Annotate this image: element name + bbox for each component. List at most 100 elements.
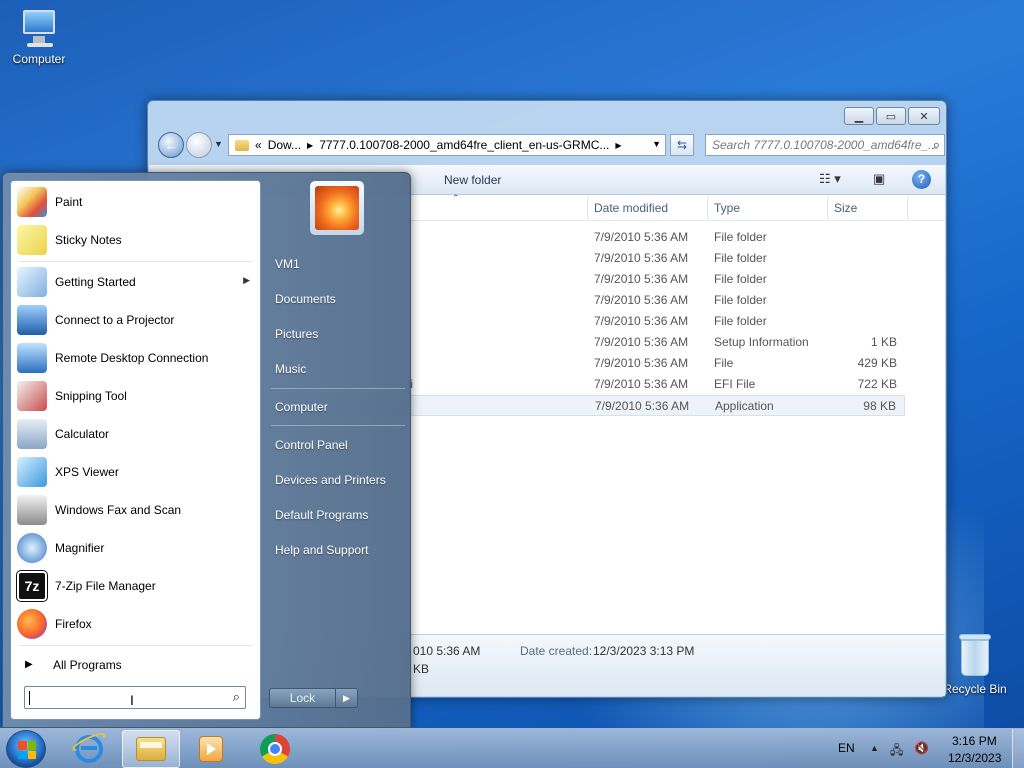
lock-button[interactable]: Lock — [269, 688, 336, 708]
start-button[interactable] — [6, 730, 46, 768]
program-item[interactable]: Sticky Notes — [13, 222, 258, 258]
network-icon[interactable]: 🖧 — [890, 741, 903, 762]
start-item-default-programs[interactable]: Default Programs — [275, 508, 368, 522]
language-indicator[interactable]: EN — [838, 741, 855, 755]
magnifier-icon — [17, 533, 47, 563]
file-type: File folder — [714, 230, 767, 244]
preview-pane-icon[interactable]: ▣ — [873, 171, 885, 187]
views-icon[interactable]: ☷ ▾ — [819, 171, 841, 187]
start-menu: Paint Sticky Notes Getting Started ▶ Connect… — [2, 172, 411, 728]
show-hidden-icons-chevron-icon[interactable]: ▲ — [870, 743, 879, 753]
minimize-button[interactable]: ▁ — [844, 107, 874, 125]
program-item[interactable]: 7z 7-Zip File Manager — [13, 568, 258, 604]
address-segment[interactable]: 7777.0.100708-2000_amd64fre_client_en-us… — [319, 138, 609, 152]
fax-scan-icon — [17, 495, 47, 525]
new-folder-button[interactable]: New folder — [444, 173, 501, 187]
program-item[interactable]: XPS Viewer — [13, 454, 258, 490]
program-item[interactable]: Firefox — [13, 606, 258, 642]
start-item-user[interactable]: VM1 — [275, 257, 300, 271]
column-type[interactable]: Type — [714, 201, 740, 215]
program-item[interactable]: Remote Desktop Connection — [13, 340, 258, 376]
file-date: 7/9/2010 5:36 AM — [594, 272, 689, 286]
recent-pages-chevron-icon[interactable]: ▼ — [214, 139, 223, 149]
start-search-input[interactable]: ⌕ — [24, 686, 246, 709]
shutdown-options-arrow-icon[interactable]: ▶ — [336, 688, 358, 708]
volume-muted-icon[interactable]: 🔇 — [914, 741, 929, 755]
paint-icon — [17, 187, 47, 217]
start-item-pictures[interactable]: Pictures — [275, 327, 318, 341]
detail-date-created-label: Date created: — [520, 644, 593, 658]
detail-size: KB — [413, 662, 430, 676]
desktop-icon-recycle-bin[interactable]: Recycle Bin — [937, 632, 1013, 696]
maximize-button[interactable]: ▭ — [876, 107, 906, 125]
program-label: Sticky Notes — [55, 233, 122, 247]
start-item-computer[interactable]: Computer — [275, 400, 328, 414]
program-item[interactable]: Getting Started ▶ — [13, 264, 258, 300]
taskbar-media-player[interactable] — [182, 730, 240, 768]
program-label: Connect to a Projector — [55, 313, 175, 327]
media-player-icon — [199, 736, 223, 762]
search-input[interactable]: Search 7777.0.100708-2000_amd64fre_... ⌕ — [705, 134, 945, 156]
all-programs-button[interactable]: ▶ All Programs — [13, 653, 258, 677]
desktop-icon-computer[interactable]: Computer — [1, 8, 77, 66]
forward-button[interactable]: → — [186, 132, 212, 158]
chevron-right-icon: ▶ — [25, 659, 33, 670]
program-item[interactable]: Magnifier — [13, 530, 258, 566]
file-type: File folder — [714, 293, 767, 307]
windows-logo-icon — [18, 741, 36, 759]
window-controls: ▁ ▭ ✕ — [844, 107, 940, 125]
column-size[interactable]: Size — [834, 201, 857, 215]
program-item[interactable]: Windows Fax and Scan — [13, 492, 258, 528]
chevron-right-icon[interactable]: ▶ — [307, 141, 313, 150]
search-icon: ⌕ — [232, 689, 240, 704]
user-picture[interactable] — [309, 180, 365, 236]
chevron-right-icon[interactable]: ▶ — [243, 275, 250, 286]
clock-time[interactable]: 3:16 PM — [952, 734, 997, 748]
flower-avatar-icon — [315, 186, 359, 230]
firefox-icon — [17, 609, 47, 639]
getting-started-icon — [17, 267, 47, 297]
xps-viewer-icon — [17, 457, 47, 487]
column-date-modified[interactable]: Date modified — [594, 201, 668, 215]
show-desktop-button[interactable] — [1012, 729, 1024, 768]
search-placeholder: Search 7777.0.100708-2000_amd64fre_... — [712, 138, 939, 152]
program-label: Getting Started — [55, 275, 136, 289]
snipping-tool-icon — [17, 381, 47, 411]
back-button[interactable]: ← — [158, 132, 184, 158]
address-dropdown-icon[interactable]: ▼ — [652, 139, 661, 149]
taskbar-chrome[interactable] — [246, 730, 304, 768]
text-caret — [29, 691, 30, 705]
computer-icon — [17, 8, 61, 48]
program-label: Snipping Tool — [55, 389, 127, 403]
program-item[interactable]: Paint — [13, 184, 258, 220]
program-item[interactable]: Connect to a Projector — [13, 302, 258, 338]
program-label: Remote Desktop Connection — [55, 351, 209, 365]
start-item-help-support[interactable]: Help and Support — [275, 543, 368, 557]
chrome-icon — [260, 734, 290, 764]
address-segment[interactable]: Dow... — [268, 138, 301, 152]
taskbar-windows-explorer[interactable] — [122, 730, 180, 768]
recycle-bin-icon — [957, 632, 993, 678]
start-item-music[interactable]: Music — [275, 362, 306, 376]
chevron-right-icon[interactable]: ▶ — [615, 141, 621, 150]
program-item[interactable]: Snipping Tool — [13, 378, 258, 414]
address-bar[interactable]: « Dow... ▶ 7777.0.100708-2000_amd64fre_c… — [228, 134, 666, 156]
file-type: Application — [715, 399, 774, 413]
address-overflow[interactable]: « — [255, 138, 262, 152]
help-icon[interactable]: ? — [912, 170, 931, 189]
close-button[interactable]: ✕ — [908, 107, 940, 125]
clock-date[interactable]: 12/3/2023 — [948, 751, 1001, 765]
taskbar-internet-explorer[interactable] — [60, 729, 118, 768]
all-programs-label: All Programs — [53, 658, 122, 672]
program-item[interactable]: Calculator — [13, 416, 258, 452]
file-size: 429 KB — [857, 356, 897, 370]
start-item-devices-printers[interactable]: Devices and Printers — [275, 473, 386, 487]
program-label: XPS Viewer — [55, 465, 119, 479]
file-type: EFI File — [714, 377, 756, 391]
refresh-button[interactable]: ⇆ — [670, 134, 694, 156]
detail-date-created-value: 12/3/2023 3:13 PM — [593, 644, 695, 658]
start-item-control-panel[interactable]: Control Panel — [275, 438, 348, 452]
folder-icon — [235, 139, 249, 151]
file-date: 7/9/2010 5:36 AM — [594, 356, 689, 370]
start-item-documents[interactable]: Documents — [275, 292, 336, 306]
